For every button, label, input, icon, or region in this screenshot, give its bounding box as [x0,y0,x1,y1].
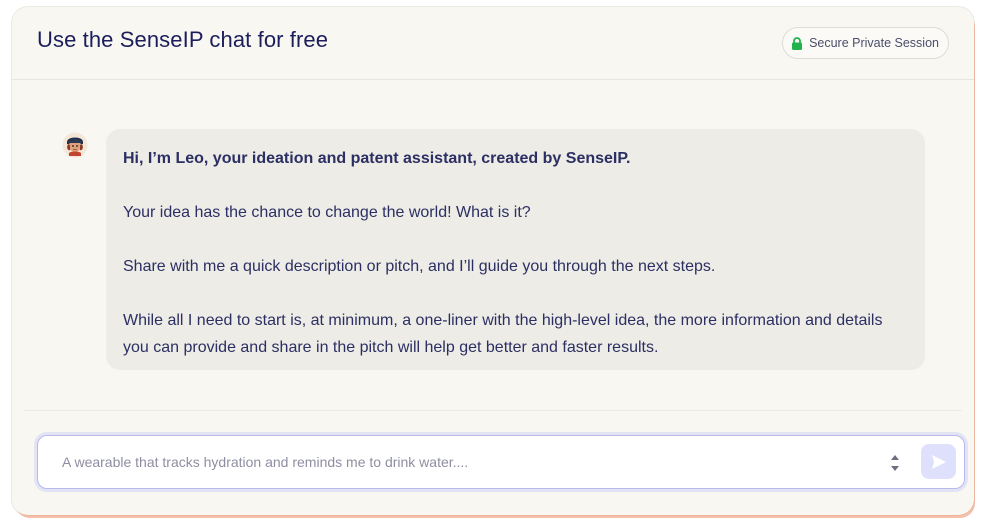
message-input[interactable] [38,436,888,488]
lock-icon [792,36,803,50]
message-composer [37,435,965,489]
chat-panel: Use the SenseIP chat for free Secure Pri… [12,7,974,515]
send-icon [931,454,946,469]
send-button[interactable] [921,444,956,479]
leo-avatar [62,132,88,158]
resize-stepper-icon[interactable] [890,452,900,474]
message-intro: Hi, I’m Leo, your ideation and patent as… [123,150,631,167]
message-list: Hi, I’m Leo, your ideation and patent as… [12,81,974,409]
divider [24,410,962,411]
message-paragraph: While all I need to start is, at minimum… [123,312,883,356]
secure-session-label: Secure Private Session [809,36,939,50]
assistant-message-bubble: Hi, I’m Leo, your ideation and patent as… [106,129,925,370]
message-paragraph: Your idea has the chance to change the w… [123,204,531,221]
page-title: Use the SenseIP chat for free [37,27,329,52]
message-paragraph: Share with me a quick description or pit… [123,258,716,275]
secure-session-badge: Secure Private Session [782,27,949,59]
chat-header: Use the SenseIP chat for free Secure Pri… [12,7,974,80]
